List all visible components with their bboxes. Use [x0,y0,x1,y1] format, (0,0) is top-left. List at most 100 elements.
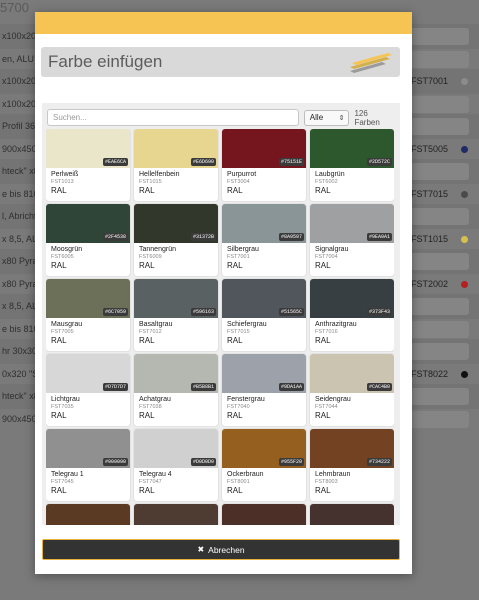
color-card[interactable]: #955F20 Ockerbraun FST8001 RAL [222,429,306,501]
color-card[interactable]: #2F4538 Moosgrün FST6005 RAL [46,204,130,276]
background-row-pill [410,298,469,315]
background-row-right: FST2002 [410,272,479,297]
color-swatch [222,504,306,525]
color-name: Basaltgrau [139,321,173,328]
modal-title: Farbe einfügen [48,52,163,71]
background-row-pill [410,343,469,360]
color-code: FST7038 [139,404,162,410]
color-card[interactable]: #CAC4B0 Seidengrau FST7044 RAL [310,354,394,426]
color-swatch: #D0D0D0 [134,429,218,468]
color-system: RAL [315,186,331,195]
color-system: RAL [315,336,331,345]
color-name: Telegrau 1 [51,471,84,478]
modal-top-bar [35,12,412,34]
background-row-pill [410,95,469,113]
background-row-right [410,294,479,319]
background-row-pill [410,410,469,428]
filter-select[interactable]: Alle ⇕ [303,109,350,126]
color-swatch: #31372B [134,204,218,243]
color-card[interactable]: #2D572C Laubgrün FST6002 RAL [310,129,394,201]
background-row-right [410,384,479,409]
color-system: RAL [139,336,155,345]
color-code: FST7004 [315,254,338,260]
color-card[interactable]: #EAE6CA Perlweiß FST1013 RAL [46,129,130,201]
color-dot-icon [461,190,468,198]
color-code: FST8003 [315,479,338,485]
color-card[interactable]: #51565C Schiefergrau FST7015 RAL [222,279,306,351]
color-card[interactable]: #D7D7D7 Lichtgrau FST7035 RAL [46,354,130,426]
updown-arrow-icon: ⇕ [338,114,345,122]
color-name: Mausgrau [51,321,83,328]
color-card[interactable]: #373F43 Anthrazitgrau FST7016 RAL [310,279,394,351]
color-code: FST1013 [51,179,74,185]
cancel-button[interactable]: ✖ Abrechen [42,539,400,560]
color-system: RAL [227,186,243,195]
color-name: Anthrazitgrau [315,321,357,328]
background-row-right [410,317,479,342]
color-card[interactable]: #D0D0D0 Telegrau 4 FST7047 RAL [134,429,218,501]
color-card[interactable]: #8A9597 Silbergrau FST7001 RAL [222,204,306,276]
color-system: RAL [227,336,243,345]
color-code: FST7040 [227,404,250,410]
color-swatch: #734222 [310,429,394,468]
color-hex-label: #D7D7D7 [102,383,128,391]
color-card[interactable]: #75151E Purpurrot FST3004 RAL [222,129,306,201]
color-code: FST7015 [227,329,250,335]
color-swatch: #75151E [222,129,306,168]
color-swatch: #51565C [222,279,306,318]
logo-icon [350,53,392,73]
background-row-right [410,47,479,72]
background-row-right: FST1015 [410,227,479,252]
color-hex-label: #734222 [366,458,392,466]
color-system: RAL [51,336,67,345]
color-dot-icon [461,78,468,85]
color-swatch: #2F4538 [46,204,130,243]
color-hex-label: #CAC4B0 [366,383,392,391]
color-swatch: #9EA0A1 [310,204,394,243]
background-row-right: FST8022 [410,362,479,387]
color-card[interactable] [46,504,130,525]
color-swatch [134,504,218,525]
color-card[interactable] [310,504,394,525]
background-row-pill [410,388,469,405]
background-row-text: en, ALU [2,53,35,64]
color-card[interactable]: #31372B Tannengrün FST6009 RAL [134,204,218,276]
color-name: Purpurrot [227,171,257,178]
color-card[interactable] [222,504,306,525]
color-name: Fenstergrau [227,396,265,403]
color-card[interactable]: #596163 Basaltgrau FST7012 RAL [134,279,218,351]
background-row-right: FST7001 [410,69,479,94]
color-card[interactable]: #E6D690 Hellelfenbein FST1015 RAL [134,129,218,201]
color-card[interactable] [134,504,218,525]
color-card[interactable]: #909090 Telegrau 1 FST7045 RAL [46,429,130,501]
color-system: RAL [227,486,243,495]
color-dot-icon [461,235,468,243]
color-code: FST7012 [139,329,162,335]
color-card[interactable]: #9DA1AA Fenstergrau FST7040 RAL [222,354,306,426]
color-name: Lehmbraun [315,471,351,478]
color-code: FST1015 [139,179,162,185]
color-swatch: #955F20 [222,429,306,468]
color-swatch: #CAC4B0 [310,354,394,393]
modal-header: Farbe einfügen [41,47,400,77]
color-card[interactable]: #B5B8B1 Achatgrau FST7038 RAL [134,354,218,426]
color-system: RAL [51,186,67,195]
color-name: Hellelfenbein [139,171,180,178]
color-name: Achatgrau [139,396,171,403]
background-row-pill [410,253,469,270]
color-system: RAL [139,486,155,495]
color-code: FST7044 [315,404,338,410]
color-code: FST7001 [227,254,250,260]
color-hex-label: #955F20 [278,458,304,466]
color-hex-label: #E6D690 [190,158,216,166]
color-swatch: #D7D7D7 [46,354,130,393]
color-card[interactable]: #734222 Lehmbraun FST8003 RAL [310,429,394,501]
color-swatch [310,504,394,525]
close-icon: ✖ [197,545,205,554]
background-row-right: FST5005 [410,137,479,162]
color-card[interactable]: #9EA0A1 Signalgrau FST7004 RAL [310,204,394,276]
search-input[interactable] [47,109,299,126]
filter-select-value: Alle [309,113,324,122]
color-name: Signalgrau [315,246,349,253]
color-card[interactable]: #6C7059 Mausgrau FST7005 RAL [46,279,130,351]
